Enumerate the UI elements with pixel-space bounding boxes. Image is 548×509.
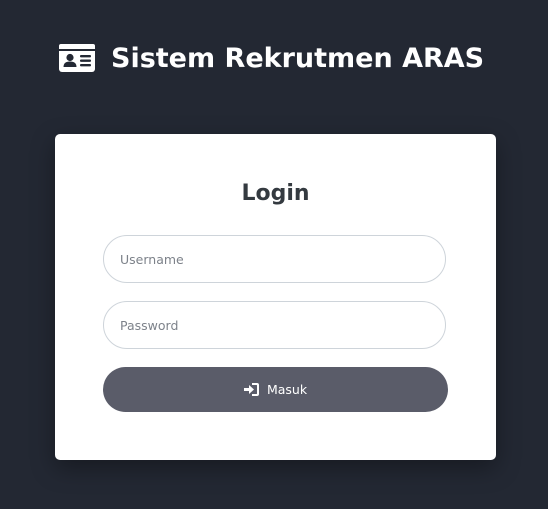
login-submit-button[interactable]: Masuk (103, 367, 448, 412)
username-input[interactable] (103, 235, 446, 283)
app-title: Sistem Rekrutmen ARAS (111, 42, 485, 74)
password-input[interactable] (103, 301, 446, 349)
login-title: Login (241, 181, 310, 206)
brand-header: Sistem Rekrutmen ARAS (59, 40, 484, 76)
id-card-icon (59, 44, 95, 72)
sign-in-icon (243, 383, 259, 396)
login-submit-label: Masuk (266, 382, 308, 397)
login-card: Login Masuk (55, 134, 496, 460)
